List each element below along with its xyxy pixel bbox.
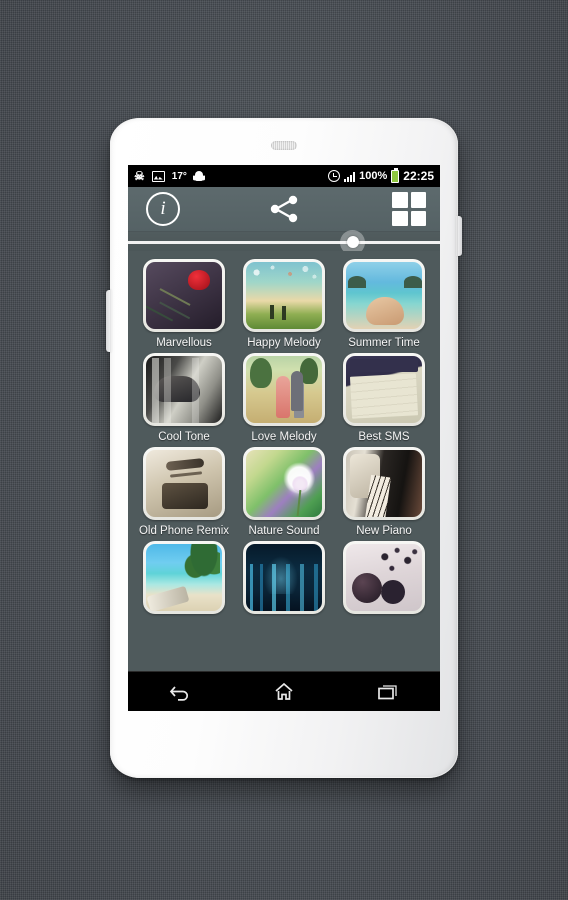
ringtone-tile[interactable]: Happy Melody <box>238 259 330 349</box>
android-icon <box>194 170 205 182</box>
ringtone-thumbnail <box>246 544 322 611</box>
ringtone-label: Old Phone Remix <box>138 525 230 537</box>
ringtone-tile[interactable]: Summer Time <box>338 259 430 349</box>
ringtone-tile[interactable]: New Piano <box>338 447 430 537</box>
ringtone-thumbnail-frame <box>343 353 425 426</box>
ringtone-grid: Marvellous Happy Melody Summer Time Cool To… <box>128 251 440 691</box>
info-icon[interactable]: i <box>146 192 180 226</box>
home-icon[interactable] <box>272 681 296 703</box>
phone-device: ☠ 17° 100% 22:25 i Marvellous Happy Melo… <box>106 118 462 778</box>
phone-screen: ☠ 17° 100% 22:25 i Marvellous Happy Melo… <box>128 165 440 711</box>
ringtone-label: Nature Sound <box>248 525 320 537</box>
grid-cell <box>410 210 426 226</box>
alarm-clock-icon <box>328 170 341 182</box>
ringtone-label: Best SMS <box>358 431 410 443</box>
ringtone-label: New Piano <box>356 525 412 537</box>
grid-cell <box>392 210 408 226</box>
share-icon[interactable] <box>267 194 301 224</box>
grid-cell <box>392 192 408 208</box>
ringtone-label: Cool Tone <box>158 431 210 443</box>
seek-bar-thumb[interactable] <box>346 236 359 248</box>
ringtone-thumbnail <box>346 544 422 611</box>
ringtone-thumbnail <box>146 262 222 329</box>
gallery-icon <box>151 170 165 182</box>
ringtone-tile[interactable]: Old Phone Remix <box>138 447 230 537</box>
ringtone-thumbnail <box>246 356 322 423</box>
seek-bar[interactable] <box>128 230 440 255</box>
recent-apps-icon[interactable] <box>376 682 400 702</box>
clock-label: 22:25 <box>403 169 434 183</box>
battery-percent-label: 100% <box>359 170 388 182</box>
ringtone-thumbnail <box>346 356 422 423</box>
ringtone-label: Love Melody <box>251 431 317 443</box>
ringtone-thumbnail-frame <box>243 353 325 426</box>
ringtone-tile[interactable] <box>238 541 330 619</box>
ringtone-thumbnail <box>146 450 222 517</box>
battery-icon <box>391 167 400 183</box>
ringtone-row: Marvellous Happy Melody Summer Time <box>134 259 434 349</box>
ringtone-tile[interactable]: Best SMS <box>338 353 430 443</box>
ringtone-thumbnail <box>246 262 322 329</box>
ringtone-thumbnail <box>146 356 222 423</box>
ringtone-thumbnail-frame <box>243 541 325 614</box>
navigation-bar <box>128 671 440 711</box>
ringtone-thumbnail-frame <box>343 447 425 520</box>
ringtone-label: Marvellous <box>156 337 212 349</box>
earpiece-speaker <box>271 141 297 150</box>
ringtone-thumbnail <box>146 544 222 611</box>
ringtone-thumbnail <box>346 262 422 329</box>
ringtone-thumbnail <box>246 450 322 517</box>
ringtone-tile[interactable]: Love Melody <box>238 353 330 443</box>
ringtone-thumbnail-frame <box>143 541 225 614</box>
ringtone-row: Old Phone Remix Nature Sound New Piano <box>134 447 434 537</box>
ringtone-thumbnail-frame <box>143 447 225 520</box>
status-bar: ☠ 17° 100% 22:25 <box>128 165 440 187</box>
ringtone-tile[interactable]: Cool Tone <box>138 353 230 443</box>
temperature-label: 17° <box>171 170 187 182</box>
volume-button[interactable] <box>106 290 112 352</box>
ringtone-row <box>134 541 434 619</box>
power-button[interactable] <box>456 216 462 256</box>
ringtone-thumbnail-frame <box>343 541 425 614</box>
ringtone-tile[interactable] <box>138 541 230 619</box>
action-bar: i <box>128 187 440 232</box>
ringtone-tile[interactable]: Marvellous <box>138 259 230 349</box>
grid-view-icon[interactable] <box>392 192 426 226</box>
ringtone-tile[interactable]: Nature Sound <box>238 447 330 537</box>
back-icon[interactable] <box>168 682 192 702</box>
ringtone-label: Happy Melody <box>247 337 321 349</box>
seek-bar-track <box>128 241 440 244</box>
ringtone-thumbnail-frame <box>243 259 325 332</box>
ringtone-thumbnail-frame <box>143 259 225 332</box>
signal-icon <box>344 171 356 182</box>
usb-icon: ☠ <box>134 169 145 183</box>
ringtone-thumbnail-frame <box>343 259 425 332</box>
ringtone-tile[interactable] <box>338 541 430 619</box>
ringtone-thumbnail-frame <box>143 353 225 426</box>
ringtone-row: Cool Tone Love Melody Best SMS <box>134 353 434 443</box>
ringtone-label: Summer Time <box>348 337 420 349</box>
ringtone-thumbnail <box>346 450 422 517</box>
grid-cell <box>410 192 426 208</box>
info-icon-letter: i <box>160 198 166 219</box>
ringtone-thumbnail-frame <box>243 447 325 520</box>
